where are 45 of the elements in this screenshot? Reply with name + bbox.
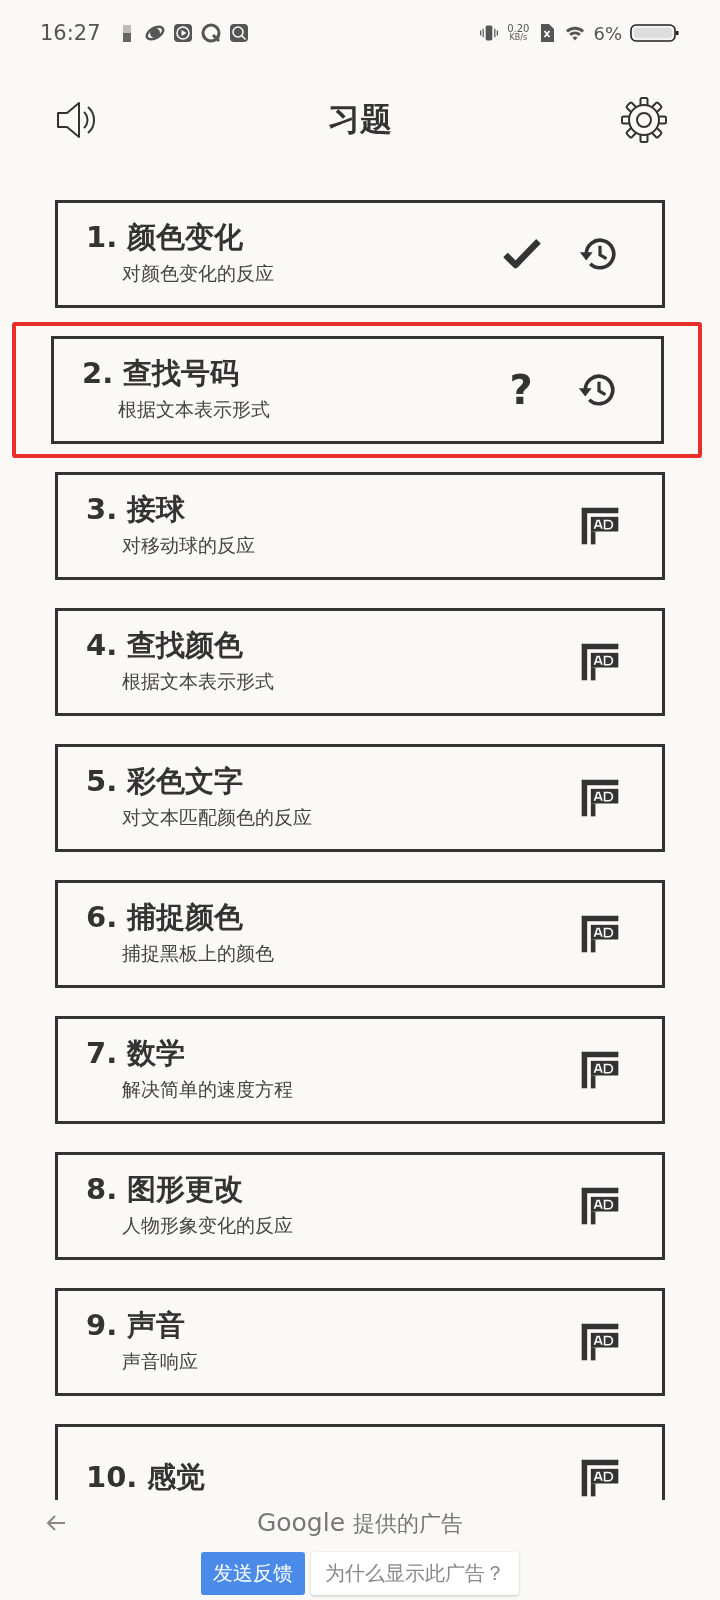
- exercise-description: 解决简单的速度方程: [121, 1076, 293, 1102]
- exercise-description: 捕捉黑板上的颜色: [121, 940, 274, 966]
- settings-icon[interactable]: [620, 96, 668, 144]
- exercise-card[interactable]: 1. 颜色变化 对颜色变化的反应: [55, 200, 665, 308]
- exercise-title: 2. 查找号码: [82, 357, 241, 391]
- exercise-description: 对文本匹配颜色的反应: [121, 804, 312, 830]
- exercise-card[interactable]: 9. 声音 声音响应: [55, 1288, 665, 1396]
- exercise-card[interactable]: 10. 感觉: [55, 1424, 665, 1500]
- exercise-card[interactable]: 6. 捕捉颜色 捕捉黑板上的颜色: [55, 880, 665, 988]
- battery-icon: [630, 23, 680, 43]
- exercise-description: 根据文本表示形式: [117, 396, 270, 422]
- exercise-description: 根据文本表示形式: [121, 668, 274, 694]
- exercise-title: 1. 颜色变化: [86, 221, 245, 255]
- exercise-title: 9. 声音: [86, 1309, 187, 1343]
- chat-icon: [200, 23, 221, 43]
- planet-icon: [144, 23, 165, 43]
- exercise-card[interactable]: 5. 彩色文字 对文本匹配颜色的反应: [55, 744, 665, 852]
- search-app-icon: [228, 23, 249, 43]
- exercise-title: 10. 感觉: [86, 1461, 206, 1495]
- exercise-card[interactable]: 2. 查找号码 根据文本表示形式 ?: [51, 336, 664, 444]
- exercise-description: 声音响应: [121, 1348, 198, 1374]
- exercise-card[interactable]: 4. 查找颜色 根据文本表示形式: [55, 608, 665, 716]
- play-icon: [172, 23, 193, 43]
- exercise-title: 7. 数学: [86, 1037, 187, 1071]
- exercise-card[interactable]: 8. 图形更改 人物形象变化的反应: [55, 1152, 665, 1260]
- question-mark: ?: [508, 370, 534, 410]
- exercise-description: 对移动球的反应: [121, 532, 255, 558]
- google-logo: Google: [256, 1507, 346, 1537]
- exercise-title: 4. 查找颜色: [86, 629, 245, 663]
- speed-unit: KB/s: [509, 34, 528, 42]
- network-speed: 0.20: [507, 24, 530, 34]
- exercise-description: 对颜色变化的反应: [121, 260, 274, 286]
- exercise-title: 3. 接球: [86, 493, 187, 527]
- vibrate-icon: [479, 23, 500, 43]
- exercise-card[interactable]: 3. 接球 对移动球的反应: [55, 472, 665, 580]
- clock-time: 16:27: [40, 21, 101, 45]
- exercise-title: 8. 图形更改: [86, 1173, 245, 1207]
- why-this-ad-button[interactable]: 为什么显示此广告？: [311, 1552, 519, 1595]
- battery-level: 6%: [593, 22, 622, 44]
- exercise-card[interactable]: 7. 数学 解决简单的速度方程: [55, 1016, 665, 1124]
- ad-label: 提供的广告: [353, 1509, 464, 1538]
- exercise-title: 6. 捕捉颜色: [86, 901, 245, 935]
- exercise-description: 人物形象变化的反应: [121, 1212, 293, 1238]
- exercise-title: 5. 彩色文字: [86, 765, 245, 799]
- screen-title: 习题: [328, 99, 392, 140]
